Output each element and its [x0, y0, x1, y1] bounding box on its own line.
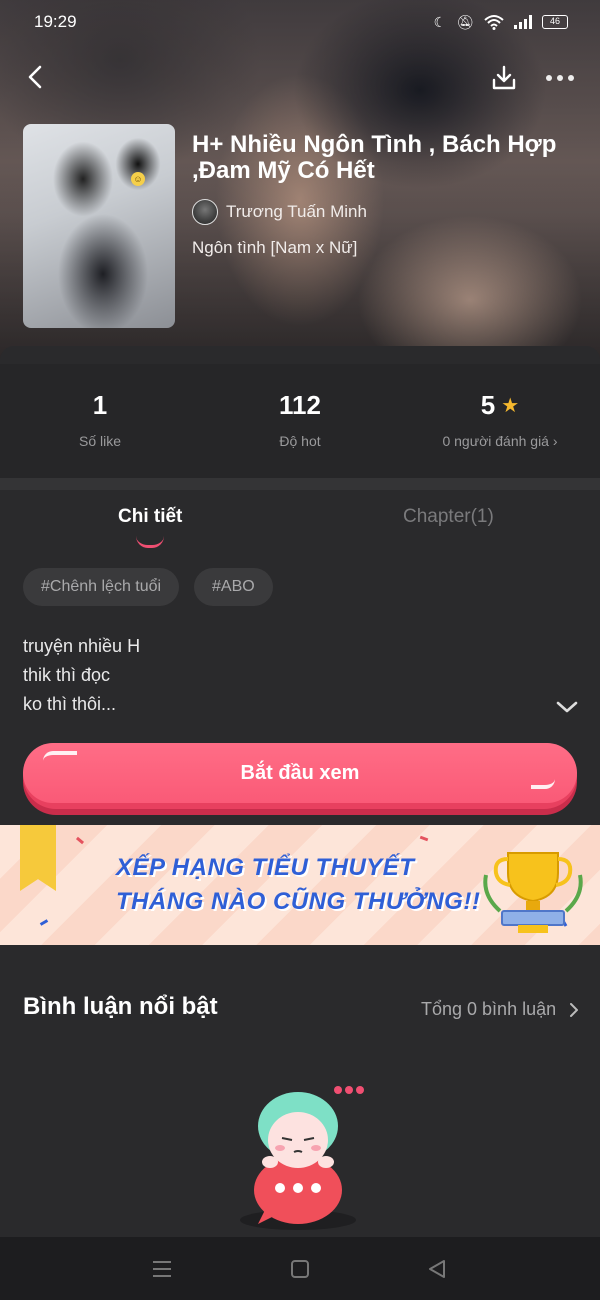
likes-label: Số like [78, 433, 122, 449]
tag-chip[interactable]: #ABO [194, 568, 273, 606]
start-reading-button[interactable]: Bắt đầu xem [23, 743, 577, 809]
download-button[interactable] [486, 60, 522, 96]
ribbon-icon [20, 825, 56, 891]
status-time: 19:29 [34, 12, 77, 31]
system-navigation-bar [0, 1237, 600, 1300]
status-bar: 19:29 ☾ 🔕︎ 46 [0, 0, 600, 44]
banner-text: XẾP HẠNG TIỂU THUYẾT THÁNG NÀO CŨNG THƯỞ… [116, 851, 480, 919]
comments-count-link[interactable]: Tổng 0 bình luận [421, 999, 579, 1020]
chevron-right-icon [570, 1002, 579, 1017]
battery-icon: 46 [542, 15, 568, 29]
home-nav-button[interactable] [287, 1257, 313, 1281]
avatar [192, 199, 218, 225]
author-name: Trương Tuấn Minh [226, 202, 367, 221]
emoji-sticker: ☺ [131, 172, 145, 186]
signal-icon [514, 15, 532, 29]
more-options-button[interactable] [540, 62, 580, 94]
stat-rating[interactable]: 5 ★ 0 người đánh giá › [400, 390, 600, 449]
chevron-left-icon [28, 65, 42, 89]
hot-value: 112 [279, 390, 321, 420]
top-bar [0, 56, 600, 100]
moon-icon: ☾ [433, 13, 447, 30]
download-icon [492, 65, 516, 90]
triangle-back-icon [429, 1260, 445, 1278]
square-home-icon [291, 1260, 309, 1278]
tab-details[interactable]: Chi tiết [118, 506, 182, 528]
description-line: thik thì đọc [23, 665, 111, 685]
button-shine [43, 751, 77, 761]
comments-count-label: Tổng 0 bình luận [421, 999, 557, 1019]
banner-line: THÁNG NÀO CŨNG THƯỞNG!! [116, 888, 481, 915]
comments-title: Bình luận nổi bật [23, 993, 218, 1020]
author-link[interactable]: Trương Tuấn Minh [192, 198, 367, 226]
rating-value: 5 [480, 390, 496, 420]
stats-row: 1 Số like 112 Độ hot 5 ★ 0 người đánh giá… [0, 364, 600, 478]
likes-value: 1 [92, 390, 108, 420]
hot-label: Độ hot [279, 433, 321, 449]
tag-chip[interactable]: #Chênh lệch tuổi [23, 568, 180, 606]
banner-line: XẾP HẠNG TIỂU THUYẾT [116, 854, 415, 881]
more-dot [557, 75, 563, 81]
back-nav-button[interactable] [424, 1257, 450, 1281]
book-detail-screen: 19:29 ☾ 🔕︎ 46 ☺ H+ Nhiều Ngôn Tình , Bác… [0, 0, 600, 1300]
section-divider [0, 478, 600, 490]
trophy-icon [483, 852, 583, 933]
book-title: H+ Nhiều Ngôn Tình , Bách Hợp ,Đam Mỹ Có… [192, 131, 557, 184]
empty-comments-mascot [240, 1086, 364, 1230]
book-cover[interactable]: ☺ [23, 124, 175, 328]
expand-description-button[interactable] [552, 694, 582, 720]
more-dot [546, 75, 552, 81]
book-description: truyện nhiều H thik thì đọc ko thì thôi.… [23, 632, 140, 719]
start-reading-label: Bắt đầu xem [240, 761, 360, 784]
stat-hot: 112 Độ hot [200, 390, 400, 449]
description-line: ko thì thôi... [23, 694, 117, 714]
status-icons: ☾ 🔕︎ 46 [434, 14, 568, 31]
menu-icon [153, 1261, 171, 1277]
stat-likes: 1 Số like [0, 390, 200, 449]
rating-count-label: 0 người đánh giá [442, 433, 549, 449]
tab-chapters[interactable]: Chapter(1) [403, 506, 494, 528]
menu-nav-button[interactable] [149, 1257, 175, 1281]
chevron-down-icon [556, 701, 578, 713]
star-icon: ★ [501, 395, 520, 417]
bell-off-icon: 🔕︎ [456, 13, 474, 30]
more-dot [568, 75, 574, 81]
description-line: truyện nhiều H [23, 636, 141, 656]
book-genre: Ngôn tình [Nam x Nữ] [192, 238, 358, 257]
wifi-icon [484, 15, 504, 30]
chevron-right-icon: › [552, 433, 558, 449]
back-button[interactable] [18, 60, 52, 94]
ranking-banner[interactable]: XẾP HẠNG TIỂU THUYẾT THÁNG NÀO CŨNG THƯỞ… [0, 825, 600, 945]
